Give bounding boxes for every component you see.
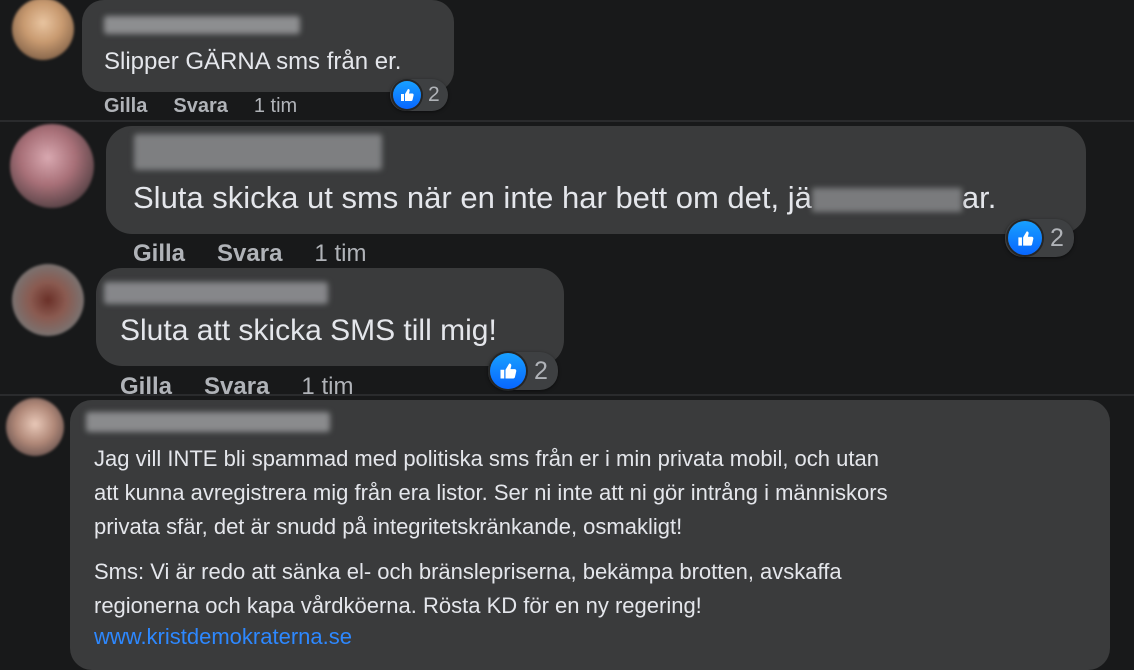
website-link[interactable]: www.kristdemokraterna.se [94,624,352,650]
timestamp[interactable]: 1 tim [314,240,366,268]
author-name-redacted[interactable] [134,134,382,170]
reaction-count: 2 [428,83,440,106]
reaction-badge[interactable]: 2 [390,79,448,111]
reaction-badge[interactable]: 2 [488,352,558,390]
comment-bubble [82,0,454,92]
reply-link[interactable]: Svara [173,95,228,118]
comment-actions: Gilla Svara 1 tim [104,95,297,118]
like-link[interactable]: Gilla [120,373,172,401]
thumbs-up-icon [1008,221,1042,255]
comment-divider [0,120,1134,122]
avatar[interactable] [10,124,94,208]
thumbs-up-icon [393,81,421,109]
comment-text: Slipper GÄRNA sms från er. [104,48,402,75]
reaction-count: 2 [534,356,548,385]
reply-link[interactable]: Svara [217,240,282,268]
like-link[interactable]: Gilla [104,95,147,118]
comment-paragraph: Jag vill INTE bli spammad med politiska … [94,446,888,539]
like-link[interactable]: Gilla [133,240,185,268]
thumbs-up-icon [490,353,526,389]
comment-text: Sluta skicka ut sms när en inte har bett… [133,180,997,215]
comment-actions: Gilla Svara 1 tim [120,373,353,401]
reply-link[interactable]: Svara [204,373,269,401]
avatar[interactable] [12,264,84,336]
author-name-redacted[interactable] [104,16,300,34]
quoted-sms-paragraph: Sms: Vi är redo att sänka el- och bränsl… [94,559,842,618]
reaction-count: 2 [1050,223,1064,252]
comment-actions: Gilla Svara 1 tim [133,240,366,268]
comment-text: Sluta att skicka SMS till mig! [120,314,497,347]
author-name-redacted[interactable] [104,282,328,304]
reaction-badge[interactable]: 2 [1005,219,1074,257]
avatar[interactable] [6,398,64,456]
timestamp[interactable]: 1 tim [254,95,297,118]
author-name-redacted[interactable] [86,412,330,432]
timestamp[interactable]: 1 tim [301,373,353,401]
avatar[interactable] [12,0,74,60]
redacted-word [811,187,962,212]
